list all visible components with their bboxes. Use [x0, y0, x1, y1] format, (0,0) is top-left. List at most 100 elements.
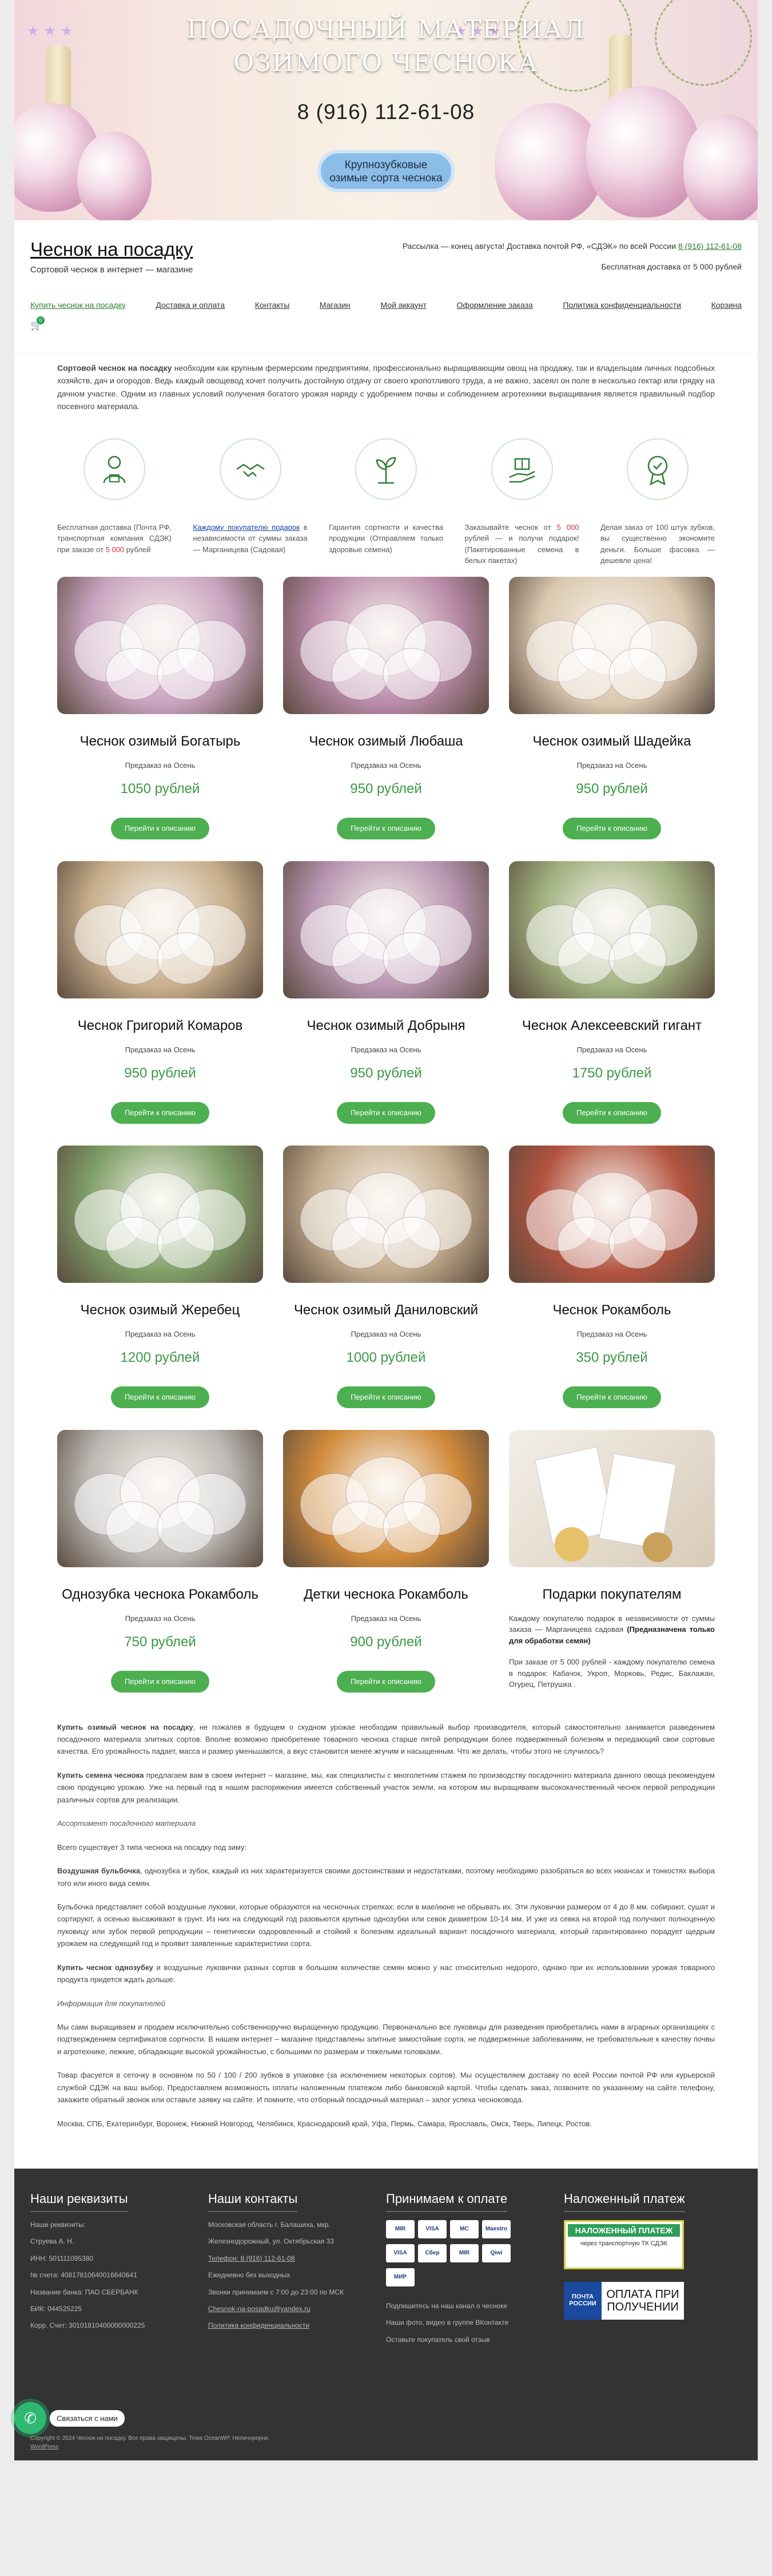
product-preorder: Предзаказ на Осень	[576, 760, 647, 770]
product-details-button[interactable]: Перейти к описанию	[563, 1386, 661, 1408]
product-details-button[interactable]: Перейти к описанию	[337, 1670, 435, 1693]
features-row: Бесплатная доставка (Почта РФ, транспорт…	[57, 438, 715, 566]
nav-item-buy[interactable]: Купить чеснок на посадку	[30, 300, 126, 310]
product-details-button[interactable]: Перейти к описанию	[563, 1101, 661, 1124]
product-preorder: Предзаказ на Осень	[351, 760, 421, 770]
feature-text: Гарантия сортности и качества продукции …	[329, 522, 443, 554]
footer-line[interactable]: Подпишитесь на наш канал о чесноке	[386, 2298, 564, 2315]
contact-label[interactable]: Связаться с нами	[50, 2409, 125, 2427]
product-details-button[interactable]: Перейти к описанию	[111, 1101, 209, 1124]
product-name[interactable]: Чеснок озимый Добрыня	[283, 1018, 489, 1034]
product-name[interactable]: Чеснок озимый Жеребец	[57, 1302, 263, 1318]
article-subheading: Ассортимент посадочного материала	[57, 1819, 196, 1828]
powered-by-link[interactable]: WordPress	[30, 2443, 431, 2451]
article-paragraph: Бульбочка представляет собой воздушные л…	[57, 1902, 715, 1948]
product-card: Чеснок озимый Любаша Предзаказ на Осень 95…	[283, 576, 489, 861]
product-image[interactable]	[57, 861, 263, 998]
nav-item-contacts[interactable]: Контакты	[255, 300, 289, 310]
gift-seeds-image	[509, 1429, 715, 1567]
product-card: Однозубка чеснока Рокамболь Предзаказ на …	[57, 1429, 263, 1714]
product-name[interactable]: Однозубка чеснока Рокамболь	[57, 1587, 263, 1603]
footer-line[interactable]: Телефон: 8 (916) 112-61-08	[208, 2250, 386, 2267]
product-name[interactable]: Чеснок Алексеевский гигант	[509, 1018, 715, 1034]
product-image[interactable]	[509, 861, 715, 998]
contact-widget[interactable]: ✆ Связаться с нами	[14, 2402, 125, 2435]
garlic-photo	[74, 1172, 246, 1269]
garlic-bulb-shape	[105, 1501, 164, 1553]
product-card: Чеснок Алексеевский гигант Предзаказ на О…	[509, 861, 715, 1146]
garlic-bulb-shape	[105, 932, 164, 985]
banner-title-line1: ПОСАДОЧНЫЙ МАТЕРИАЛ	[186, 15, 586, 44]
banner-phone[interactable]: 8 (916) 112-61-08	[14, 100, 758, 124]
product-image[interactable]	[283, 861, 489, 998]
garlic-photo	[74, 1456, 246, 1553]
product-name[interactable]: Чеснок озимый Богатырь	[57, 734, 263, 750]
payment-card-logo: MIR	[450, 2244, 479, 2263]
garlic-bulb-image	[77, 132, 152, 220]
garlic-bulb-shape	[157, 932, 215, 985]
footer-line: Ежедневно без выходных	[208, 2271, 291, 2280]
footer-line[interactable]: Chesnok-na-posadku@yandex.ru	[208, 2301, 386, 2317]
banner-varieties-button[interactable]: Крупнозубковые озимые сорта чеснока	[317, 150, 455, 192]
product-image[interactable]	[509, 576, 715, 714]
article-paragraph: Ассортимент посадочного материала	[57, 1817, 715, 1829]
garlic-bulb-shape	[557, 1216, 615, 1269]
article-paragraph: Купить озимый чеснок на посадку, не пожа…	[57, 1721, 715, 1758]
post-text-line: ПОЛУЧЕНИИ	[607, 2301, 679, 2314]
cart-widget[interactable]: 🛒 0	[30, 316, 742, 332]
garlic-bulb-shape	[608, 932, 667, 985]
notice-phone-link[interactable]: 8 (916) 112-61-08	[678, 241, 742, 251]
product-name[interactable]: Чеснок озимый Любаша	[283, 734, 489, 750]
product-details-button[interactable]: Перейти к описанию	[111, 1670, 209, 1693]
product-price: 950 рублей	[124, 1065, 196, 1081]
article-paragraph: Всего существует 3 типа чеснока на посад…	[57, 1842, 247, 1852]
phone-call-icon[interactable]: ✆	[14, 2402, 46, 2435]
product-name[interactable]: Чеснок озимый Шадейка	[509, 734, 715, 750]
footer-requisites: Наши реквизиты Наши реквизиты: Струева А.…	[30, 2191, 208, 2348]
product-preorder: Предзаказ на Осень	[351, 1614, 421, 1623]
nav-item-privacy[interactable]: Политика конфиденциальности	[563, 300, 681, 310]
feature-text: Бесплатная доставка (Почта РФ, транспорт…	[57, 522, 172, 556]
garlic-bulb-shape	[331, 1501, 389, 1553]
garlic-photo	[300, 603, 472, 700]
article-bold: Воздушная бульбочка	[57, 1866, 141, 1876]
footer-line[interactable]: Наши фото, видео в группе ВКонтакте	[386, 2315, 564, 2331]
product-preorder: Предзаказ на Осень	[125, 1614, 196, 1623]
product-image[interactable]	[509, 1145, 715, 1283]
garlic-bulb-shape	[383, 932, 441, 985]
product-image[interactable]	[57, 1145, 263, 1283]
article-bold: Купить семена чеснока	[57, 1770, 144, 1780]
product-name[interactable]: Чеснок озимый Даниловский	[283, 1302, 489, 1318]
product-details-button[interactable]: Перейти к описанию	[563, 817, 661, 839]
product-details-button[interactable]: Перейти к описанию	[111, 817, 209, 839]
garlic-bulb-shape	[331, 648, 389, 700]
nav-item-cart[interactable]: Корзина	[711, 300, 742, 310]
product-name[interactable]: Детки чеснока Рокамболь	[283, 1587, 489, 1603]
product-image[interactable]	[283, 1429, 489, 1567]
product-image[interactable]	[57, 576, 263, 714]
garlic-photo	[300, 1456, 472, 1553]
cod-badge: НАЛОЖЕННЫЙ ПЛАТЕЖ через транспортную ТК …	[564, 2220, 684, 2270]
product-image[interactable]	[57, 1429, 263, 1567]
nav-item-account[interactable]: Мой аккаунт	[381, 300, 427, 310]
nav-item-delivery[interactable]: Доставка и оплата	[156, 300, 225, 310]
article-subheading: Информация для покупателей	[57, 1999, 166, 2008]
feature-gift-link[interactable]: Каждому покупателю подарок	[193, 523, 300, 532]
product-preorder: Предзаказ на Осень	[576, 1045, 647, 1054]
footer-line[interactable]: Оставьте покупатель свой отзыв	[386, 2332, 564, 2348]
product-image[interactable]	[283, 576, 489, 714]
product-details-button[interactable]: Перейти к описанию	[111, 1386, 209, 1408]
product-image[interactable]	[283, 1145, 489, 1283]
product-price: 950 рублей	[350, 1065, 422, 1081]
banner-title-line2: ОЗИМОГО ЧЕСНОКА	[233, 48, 539, 77]
product-details-button[interactable]: Перейти к описанию	[337, 1386, 435, 1408]
nav-item-checkout[interactable]: Оформление заказа	[457, 300, 533, 310]
product-name[interactable]: Чеснок Рокамболь	[509, 1302, 715, 1318]
product-details-button[interactable]: Перейти к описанию	[337, 817, 435, 839]
gift-title: Подарки покупателям	[542, 1586, 682, 1602]
site-title-link[interactable]: Чеснок на посадку	[30, 239, 193, 260]
product-name[interactable]: Чеснок Григорий Комаров	[57, 1018, 263, 1034]
footer-line[interactable]: Политика конфиденциальности	[208, 2317, 386, 2334]
product-details-button[interactable]: Перейти к описанию	[337, 1101, 435, 1124]
nav-item-shop[interactable]: Магазин	[320, 300, 351, 310]
